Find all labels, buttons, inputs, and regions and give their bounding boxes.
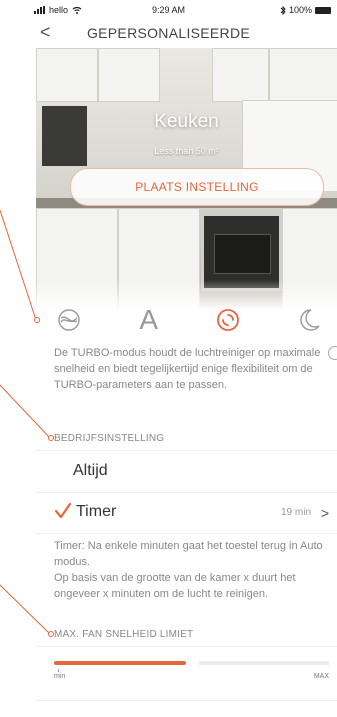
annotation-lines: [0, 209, 54, 637]
